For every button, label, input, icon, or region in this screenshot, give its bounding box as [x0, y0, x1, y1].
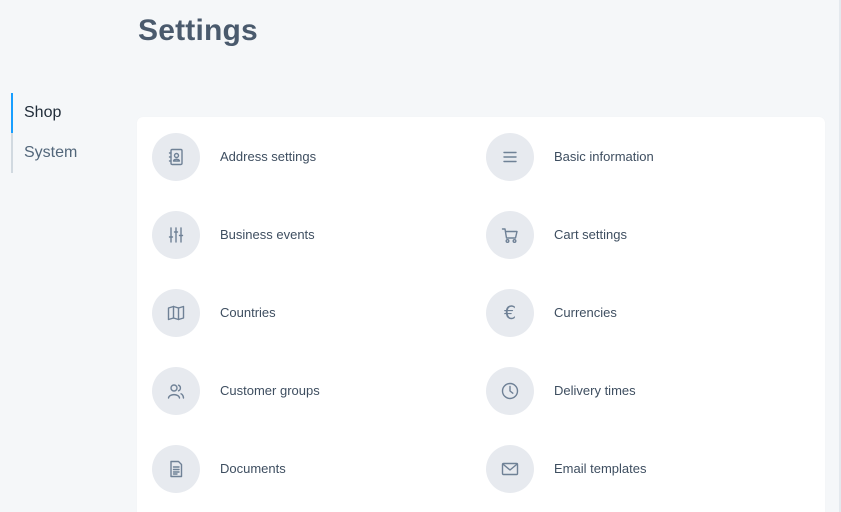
setting-label: Customer groups: [220, 383, 320, 398]
settings-page: Settings Shop System Address settings Ba…: [0, 0, 841, 512]
setting-label: Basic information: [554, 149, 654, 164]
setting-label: Documents: [220, 461, 286, 476]
side-nav-item-shop[interactable]: Shop: [11, 93, 121, 133]
setting-item-countries[interactable]: Countries: [152, 289, 472, 337]
setting-item-business-events[interactable]: Business events: [152, 211, 472, 259]
setting-label: Cart settings: [554, 227, 627, 242]
address-book-icon: [152, 133, 200, 181]
setting-item-currencies[interactable]: € Currencies: [486, 289, 806, 337]
setting-item-documents[interactable]: Documents: [152, 445, 472, 493]
setting-item-delivery-times[interactable]: Delivery times: [486, 367, 806, 415]
settings-side-nav: Shop System: [11, 93, 121, 173]
setting-label: Address settings: [220, 149, 317, 164]
setting-item-basic-information[interactable]: Basic information: [486, 133, 806, 181]
clock-icon: [486, 367, 534, 415]
setting-label: Email templates: [554, 461, 647, 476]
setting-label: Delivery times: [554, 383, 636, 398]
envelope-icon: [486, 445, 534, 493]
side-nav-item-system[interactable]: System: [11, 133, 121, 173]
setting-item-email-templates[interactable]: Email templates: [486, 445, 806, 493]
map-icon: [152, 289, 200, 337]
setting-item-customer-groups[interactable]: Customer groups: [152, 367, 472, 415]
page-title: Settings: [138, 14, 258, 47]
users-icon: [152, 367, 200, 415]
setting-item-cart-settings[interactable]: Cart settings: [486, 211, 806, 259]
settings-card: Address settings Basic information Busin…: [137, 117, 825, 512]
list-lines-icon: [486, 133, 534, 181]
cart-icon: [486, 211, 534, 259]
sliders-icon: [152, 211, 200, 259]
setting-label: Currencies: [554, 305, 617, 320]
euro-icon: €: [486, 289, 534, 337]
setting-item-address-settings[interactable]: Address settings: [152, 133, 472, 181]
document-icon: [152, 445, 200, 493]
setting-label: Business events: [220, 227, 315, 242]
setting-label: Countries: [220, 305, 276, 320]
